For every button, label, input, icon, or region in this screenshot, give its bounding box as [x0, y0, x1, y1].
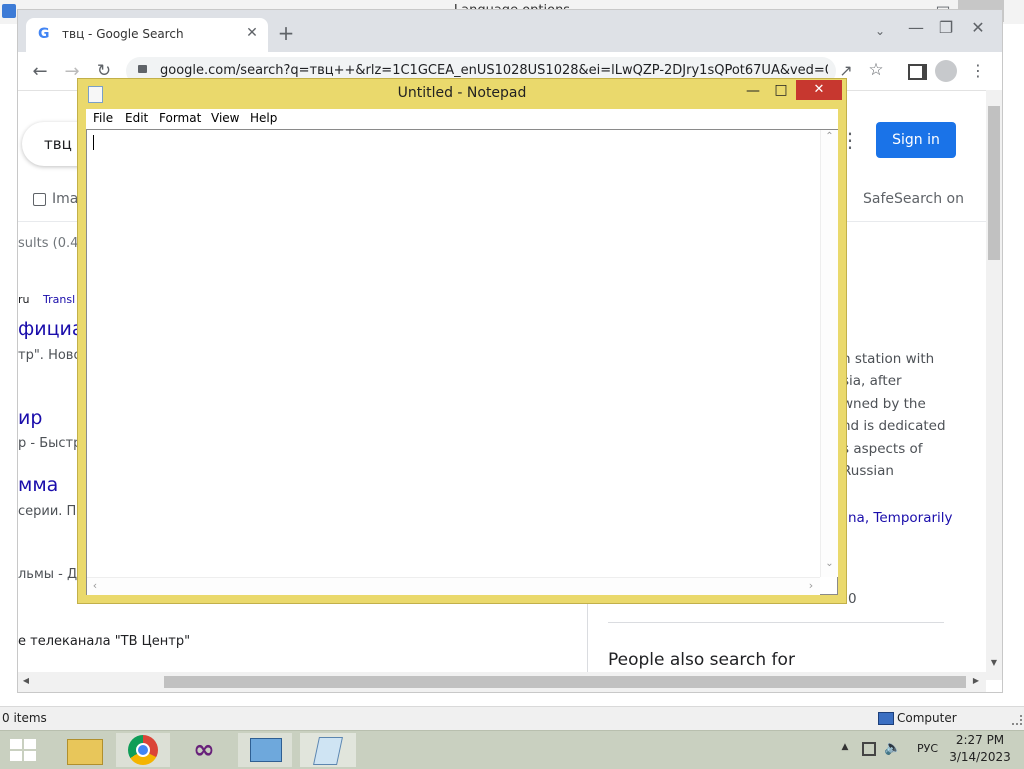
notepad-vertical-scrollbar[interactable]: ⌃ ⌄ — [820, 130, 838, 577]
kp-line: Russian — [842, 463, 894, 480]
profile-avatar-icon[interactable] — [935, 60, 957, 82]
sign-in-button[interactable]: Sign in — [876, 122, 956, 158]
clock-time[interactable]: 2:27 PM — [952, 733, 1008, 747]
notepad-window: Untitled - Notepad — □ ✕ File Edit Forma… — [78, 79, 846, 603]
tab-title: твц - Google Search — [62, 27, 184, 41]
notepad-taskbar-icon[interactable] — [300, 733, 356, 767]
np-scroll-left-icon[interactable]: ‹ — [89, 579, 101, 592]
back-arrow-icon[interactable]: ← — [30, 61, 50, 82]
google-favicon-icon: G — [38, 26, 50, 42]
tab-google-search[interactable]: G твц - Google Search ✕ — [26, 18, 268, 52]
control-panel-taskbar-icon[interactable] — [238, 733, 292, 767]
show-hidden-icons-icon[interactable]: ▲ — [838, 742, 852, 752]
column-divider — [587, 590, 588, 680]
chrome-taskbar-icon[interactable] — [116, 733, 170, 767]
chrome-close-icon[interactable]: ✕ — [968, 18, 988, 37]
menu-format[interactable]: Format — [159, 111, 201, 125]
notepad-titlebar[interactable]: Untitled - Notepad — □ ✕ — [78, 79, 846, 109]
kp-line: n station with — [842, 351, 935, 367]
url-text[interactable]: google.com/search?q=твц++&rlz=1C1GCEA_en… — [160, 63, 828, 78]
chrome-tabbar: G твц - Google Search ✕ + ⌄ — ❐ ✕ — [18, 10, 1002, 52]
kp-line: sia, after — [842, 373, 902, 390]
kp-line: nd is dedicated — [842, 418, 946, 435]
result-4-snippet: льмы - Д — [18, 567, 78, 582]
breadcrumb-translate[interactable]: Transl — [43, 293, 75, 306]
bottom-snippet: е телеканала "ТВ Центр" — [18, 634, 191, 649]
menu-help[interactable]: Help — [250, 111, 277, 125]
reload-icon[interactable]: ↻ — [94, 61, 114, 81]
np-scroll-up-icon[interactable]: ⌃ — [821, 131, 838, 142]
chrome-menu-icon[interactable]: ⋮ — [970, 61, 986, 80]
start-windows-icon[interactable] — [10, 739, 38, 761]
chrome-minimize-icon[interactable]: — — [906, 18, 926, 37]
resize-grip-icon[interactable] — [1012, 715, 1022, 725]
side-panel-icon[interactable] — [908, 64, 927, 80]
file-explorer-taskbar-icon[interactable] — [58, 733, 112, 767]
result-2-title[interactable]: ир — [18, 407, 42, 429]
bookmark-star-icon[interactable]: ☆ — [866, 60, 886, 80]
new-tab-icon[interactable]: + — [276, 23, 296, 43]
horizontal-scroll-thumb[interactable] — [164, 676, 966, 688]
tab-search-chevron-icon[interactable]: ⌄ — [870, 24, 890, 38]
knowledge-panel: n station with sia, after wned by the nd… — [842, 348, 972, 482]
status-item-count: 0 items — [2, 711, 47, 725]
notepad-text-area[interactable]: ⌃ ⌄ ‹ › — [86, 129, 838, 595]
result-3-title[interactable]: мма — [18, 474, 58, 496]
text-cursor — [93, 135, 94, 150]
safesearch-label[interactable]: SafeSearch on — [863, 191, 964, 207]
scroll-right-arrow-icon[interactable]: ▶ — [970, 676, 982, 685]
visual-studio-taskbar-icon[interactable]: ∞ — [178, 733, 232, 767]
menu-edit[interactable]: Edit — [125, 111, 148, 125]
taskbar: ∞ ▲ 🔈 РУС 2:27 PM 3/14/2023 — [0, 730, 1024, 769]
result-3-snippet: серии. Пр — [18, 504, 85, 519]
search-query[interactable]: твц — [44, 135, 72, 153]
np-scroll-down-icon[interactable]: ⌄ — [821, 558, 838, 569]
kp-line: wned by the — [842, 395, 926, 412]
share-icon[interactable]: ↗ — [836, 61, 856, 80]
kp-divider — [608, 622, 944, 623]
notepad-title: Untitled - Notepad — [397, 85, 527, 101]
menu-file[interactable]: File — [93, 111, 113, 125]
np-scroll-right-icon[interactable]: › — [805, 579, 817, 592]
scroll-down-arrow-icon[interactable]: ▼ — [986, 658, 1002, 667]
status-location: Computer — [897, 711, 957, 725]
network-icon[interactable] — [862, 742, 876, 756]
vertical-scrollbar[interactable]: ▼ — [986, 90, 1002, 680]
result-2-snippet: р - Быстр — [18, 436, 82, 451]
people-also-search-heading: People also search for — [608, 650, 795, 670]
notepad-horizontal-scrollbar[interactable]: ‹ › — [87, 577, 820, 595]
kp-link[interactable]: na, Temporarily — [848, 510, 953, 526]
kp-zero: 0 — [848, 591, 857, 607]
chrome-maximize-icon[interactable]: ❐ — [936, 18, 956, 37]
breadcrumb-site: ru — [18, 293, 30, 306]
kp-line: s aspects of — [842, 440, 923, 457]
explorer-statusbar: 0 items Computer — [0, 706, 1024, 731]
result-1-snippet: тр". Ново — [18, 348, 82, 363]
tab-close-icon[interactable]: ✕ — [244, 25, 260, 41]
notepad-close-button[interactable]: ✕ — [796, 80, 842, 100]
explorer-app-icon — [2, 4, 16, 18]
menu-view[interactable]: View — [211, 111, 239, 125]
image-tab-icon[interactable] — [33, 193, 46, 206]
notepad-maximize-icon[interactable]: □ — [768, 82, 794, 102]
lock-icon — [138, 65, 147, 73]
notepad-minimize-icon[interactable]: — — [740, 83, 766, 103]
notepad-menubar: File Edit Format View Help — [86, 109, 838, 129]
scroll-left-arrow-icon[interactable]: ◀ — [20, 676, 32, 685]
vertical-scroll-thumb[interactable] — [988, 106, 1000, 260]
computer-icon — [878, 712, 894, 725]
results-count: sults (0.45 — [18, 236, 87, 251]
clock-date[interactable]: 3/14/2023 — [948, 750, 1012, 764]
volume-icon[interactable]: 🔈 — [884, 740, 902, 756]
horizontal-scrollbar[interactable]: ◀ ▶ — [18, 672, 986, 692]
input-language[interactable]: РУС — [917, 742, 938, 755]
